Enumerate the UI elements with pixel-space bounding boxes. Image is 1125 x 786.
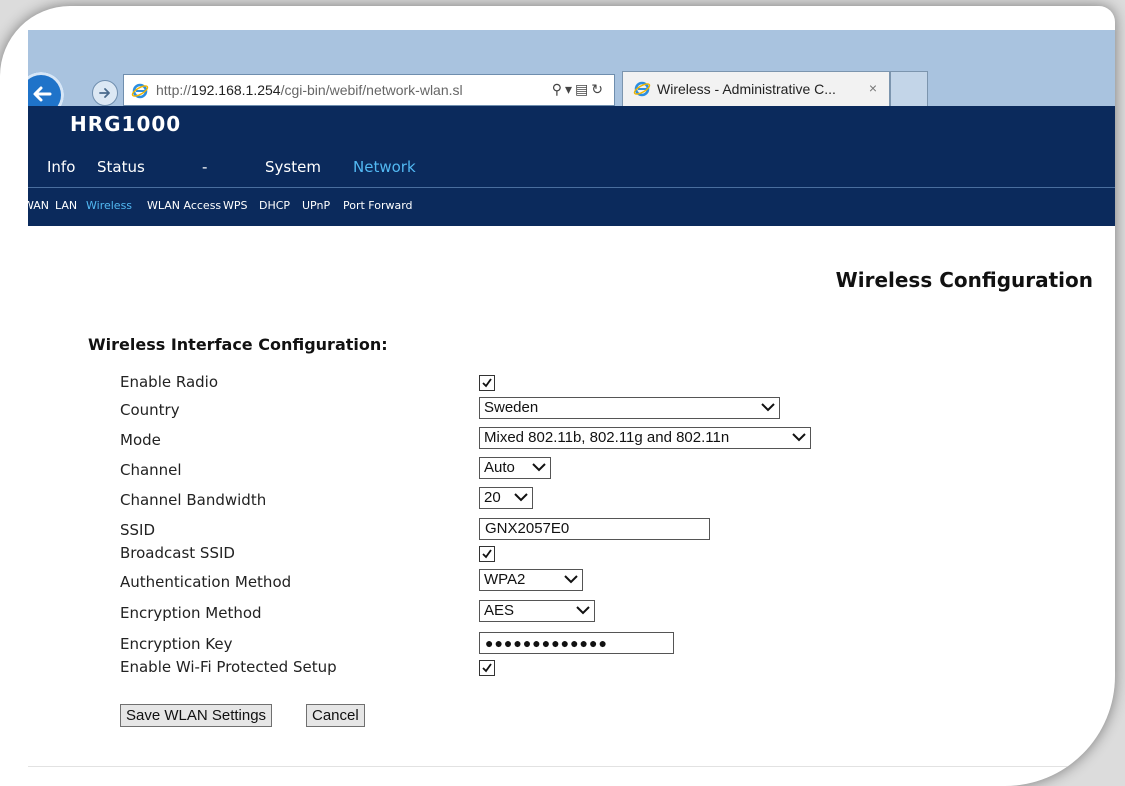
bottom-divider [28, 766, 1115, 767]
sub-nav-lan[interactable]: LAN [55, 199, 77, 212]
page-title: Wireless Configuration [835, 268, 1093, 292]
encryption-method-label: Encryption Method [120, 604, 262, 622]
browser-toolbar: http://192.168.1.254/cgi-bin/webif/netwo… [28, 30, 1115, 118]
main-nav-network[interactable]: Network [353, 158, 416, 176]
mode-label: Mode [120, 431, 161, 449]
encryption-method-select[interactable]: AES [479, 600, 595, 622]
new-tab-button[interactable] [890, 71, 928, 106]
checkmark-icon [482, 663, 492, 673]
encryption-key-input[interactable]: ●●●●●●●●●●●●● [479, 632, 674, 654]
tab-close-icon[interactable]: × [869, 80, 877, 96]
enable-radio-checkbox[interactable] [479, 375, 495, 391]
channel-label: Channel [120, 461, 182, 479]
browser-window: http://192.168.1.254/cgi-bin/webif/netwo… [28, 30, 1115, 786]
chevron-down-icon [532, 463, 546, 472]
encryption-method-value: AES [484, 602, 515, 619]
forward-arrow-icon [99, 88, 110, 98]
broadcast-ssid-checkbox[interactable] [479, 546, 495, 562]
sub-nav-upnp[interactable]: UPnP [302, 199, 330, 212]
address-url: http://192.168.1.254/cgi-bin/webif/netwo… [156, 82, 463, 98]
main-nav-info[interactable]: Info [47, 158, 75, 176]
main-nav-separator: - [202, 158, 208, 176]
channel-value: Auto [484, 459, 515, 476]
channel-select[interactable]: Auto [479, 457, 551, 479]
refresh-icon[interactable]: ↻ [591, 81, 606, 97]
router-brand: HRG1000 [70, 112, 182, 136]
sub-nav-wireless[interactable]: Wireless [86, 199, 132, 212]
enable-wps-checkbox[interactable] [479, 660, 495, 676]
sub-nav-dhcp[interactable]: DHCP [259, 199, 290, 212]
ssid-label: SSID [120, 521, 156, 539]
authentication-method-select[interactable]: WPA2 [479, 569, 583, 591]
address-bar[interactable]: http://192.168.1.254/cgi-bin/webif/netwo… [123, 74, 615, 106]
checkmark-icon [482, 549, 492, 559]
chevron-down-icon [792, 433, 806, 442]
sub-nav-wan[interactable]: WAN [28, 199, 49, 212]
back-arrow-icon [33, 86, 52, 102]
nav-divider [28, 187, 1115, 188]
ssid-input[interactable]: GNX2057E0 [479, 518, 710, 540]
sub-nav-wlan-access[interactable]: WLAN Access [147, 199, 221, 212]
tab-title: Wireless - Administrative C... [657, 81, 836, 97]
save-wlan-settings-button[interactable]: Save WLAN Settings [120, 704, 273, 727]
router-header: HRG1000 Info Status - System Network WAN… [28, 106, 1115, 226]
country-value: Sweden [484, 399, 539, 416]
chevron-down-icon [514, 493, 528, 502]
authentication-method-label: Authentication Method [120, 573, 292, 591]
country-select[interactable]: Sweden [479, 397, 780, 419]
window-frame: http://192.168.1.254/cgi-bin/webif/netwo… [0, 6, 1115, 786]
mode-value: Mixed 802.11b, 802.11g and 802.11n [484, 429, 730, 446]
chevron-down-icon [564, 575, 578, 584]
channel-bandwidth-select[interactable]: 20 [479, 487, 533, 509]
search-icon[interactable]: ⚲ [552, 81, 565, 97]
broadcast-ssid-label: Broadcast SSID [120, 544, 235, 562]
channel-bandwidth-label: Channel Bandwidth [120, 491, 267, 509]
enable-radio-label: Enable Radio [120, 373, 219, 391]
cancel-button[interactable]: Cancel [306, 704, 365, 727]
authentication-method-value: WPA2 [484, 571, 526, 588]
dropdown-icon[interactable]: ▾ [565, 81, 575, 97]
sub-nav-wps[interactable]: WPS [223, 199, 248, 212]
encryption-key-label: Encryption Key [120, 635, 233, 653]
main-nav-status[interactable]: Status [97, 158, 145, 176]
compatibility-icon[interactable]: ▤ [575, 81, 591, 97]
tab-ie-logo-icon [633, 81, 651, 97]
enable-wps-label: Enable Wi-Fi Protected Setup [120, 658, 337, 676]
main-nav-system[interactable]: System [265, 158, 321, 176]
checkmark-icon [482, 378, 492, 388]
ie-logo-icon [131, 83, 149, 99]
sub-nav-port-forward[interactable]: Port Forward [343, 199, 413, 212]
mode-select[interactable]: Mixed 802.11b, 802.11g and 802.11n [479, 427, 811, 449]
forward-button[interactable] [92, 80, 118, 106]
section-title: Wireless Interface Configuration: [88, 335, 388, 354]
chevron-down-icon [761, 403, 775, 412]
browser-tab-active[interactable]: Wireless - Administrative C... × [622, 71, 890, 106]
channel-bandwidth-value: 20 [484, 489, 501, 506]
country-label: Country [120, 401, 180, 419]
chevron-down-icon [576, 606, 590, 615]
address-tools: ⚲▾▤↻ [552, 81, 606, 98]
